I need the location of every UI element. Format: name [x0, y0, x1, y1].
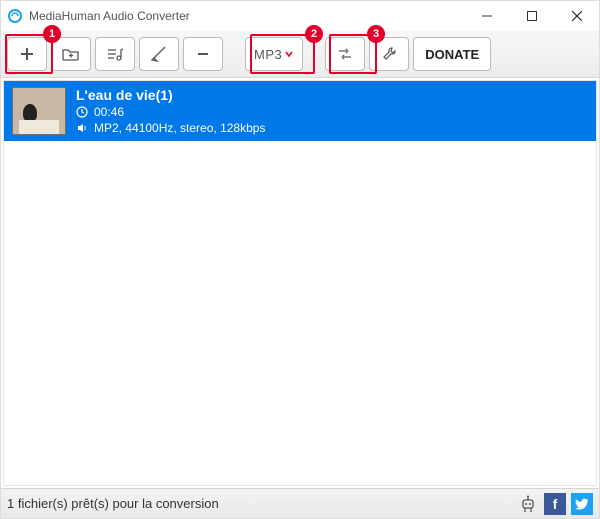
track-thumbnail — [12, 87, 66, 135]
minus-icon — [195, 46, 211, 62]
add-file-button[interactable] — [7, 37, 47, 71]
donate-label: DONATE — [425, 47, 479, 62]
folder-plus-icon — [62, 46, 80, 62]
maximize-button[interactable] — [509, 1, 554, 31]
broom-icon — [150, 46, 168, 62]
remove-button[interactable] — [183, 37, 223, 71]
track-title: L'eau de vie(1) — [76, 87, 265, 103]
window-title: MediaHuman Audio Converter — [29, 9, 190, 23]
chevron-down-icon — [284, 49, 294, 59]
playlist-button[interactable] — [95, 37, 135, 71]
status-bar: 1 fichier(s) prêt(s) pour la conversion … — [1, 488, 599, 518]
clear-list-button[interactable] — [139, 37, 179, 71]
close-button[interactable] — [554, 1, 599, 31]
facebook-button[interactable]: f — [544, 493, 566, 515]
mascot-icon[interactable] — [517, 493, 539, 515]
track-details: MP2, 44100Hz, stereo, 128kbps — [94, 121, 265, 135]
app-icon — [7, 8, 23, 24]
add-folder-button[interactable] — [51, 37, 91, 71]
twitter-icon — [575, 497, 589, 511]
settings-button[interactable] — [369, 37, 409, 71]
speaker-icon — [76, 122, 88, 134]
twitter-button[interactable] — [571, 493, 593, 515]
track-duration: 00:46 — [94, 105, 124, 119]
plus-icon — [19, 46, 35, 62]
convert-arrows-icon — [336, 46, 354, 62]
track-meta: L'eau de vie(1) 00:46 MP2, 44100Hz, ster… — [76, 87, 265, 135]
facebook-label: f — [553, 496, 558, 512]
music-list-icon — [106, 46, 124, 62]
donate-button[interactable]: DONATE — [413, 37, 491, 71]
format-selector[interactable]: MP3 — [245, 37, 303, 71]
status-text: 1 fichier(s) prêt(s) pour la conversion — [7, 496, 219, 511]
minimize-button[interactable] — [464, 1, 509, 31]
clock-icon — [76, 106, 88, 118]
title-bar: MediaHuman Audio Converter — [1, 1, 599, 31]
format-label: MP3 — [254, 47, 282, 62]
wrench-icon — [381, 46, 397, 62]
toolbar: MP3 DONATE 1 2 3 — [1, 31, 599, 78]
file-list[interactable]: L'eau de vie(1) 00:46 MP2, 44100Hz, ster… — [3, 80, 597, 486]
list-item[interactable]: L'eau de vie(1) 00:46 MP2, 44100Hz, ster… — [4, 81, 596, 141]
convert-button[interactable] — [325, 37, 365, 71]
